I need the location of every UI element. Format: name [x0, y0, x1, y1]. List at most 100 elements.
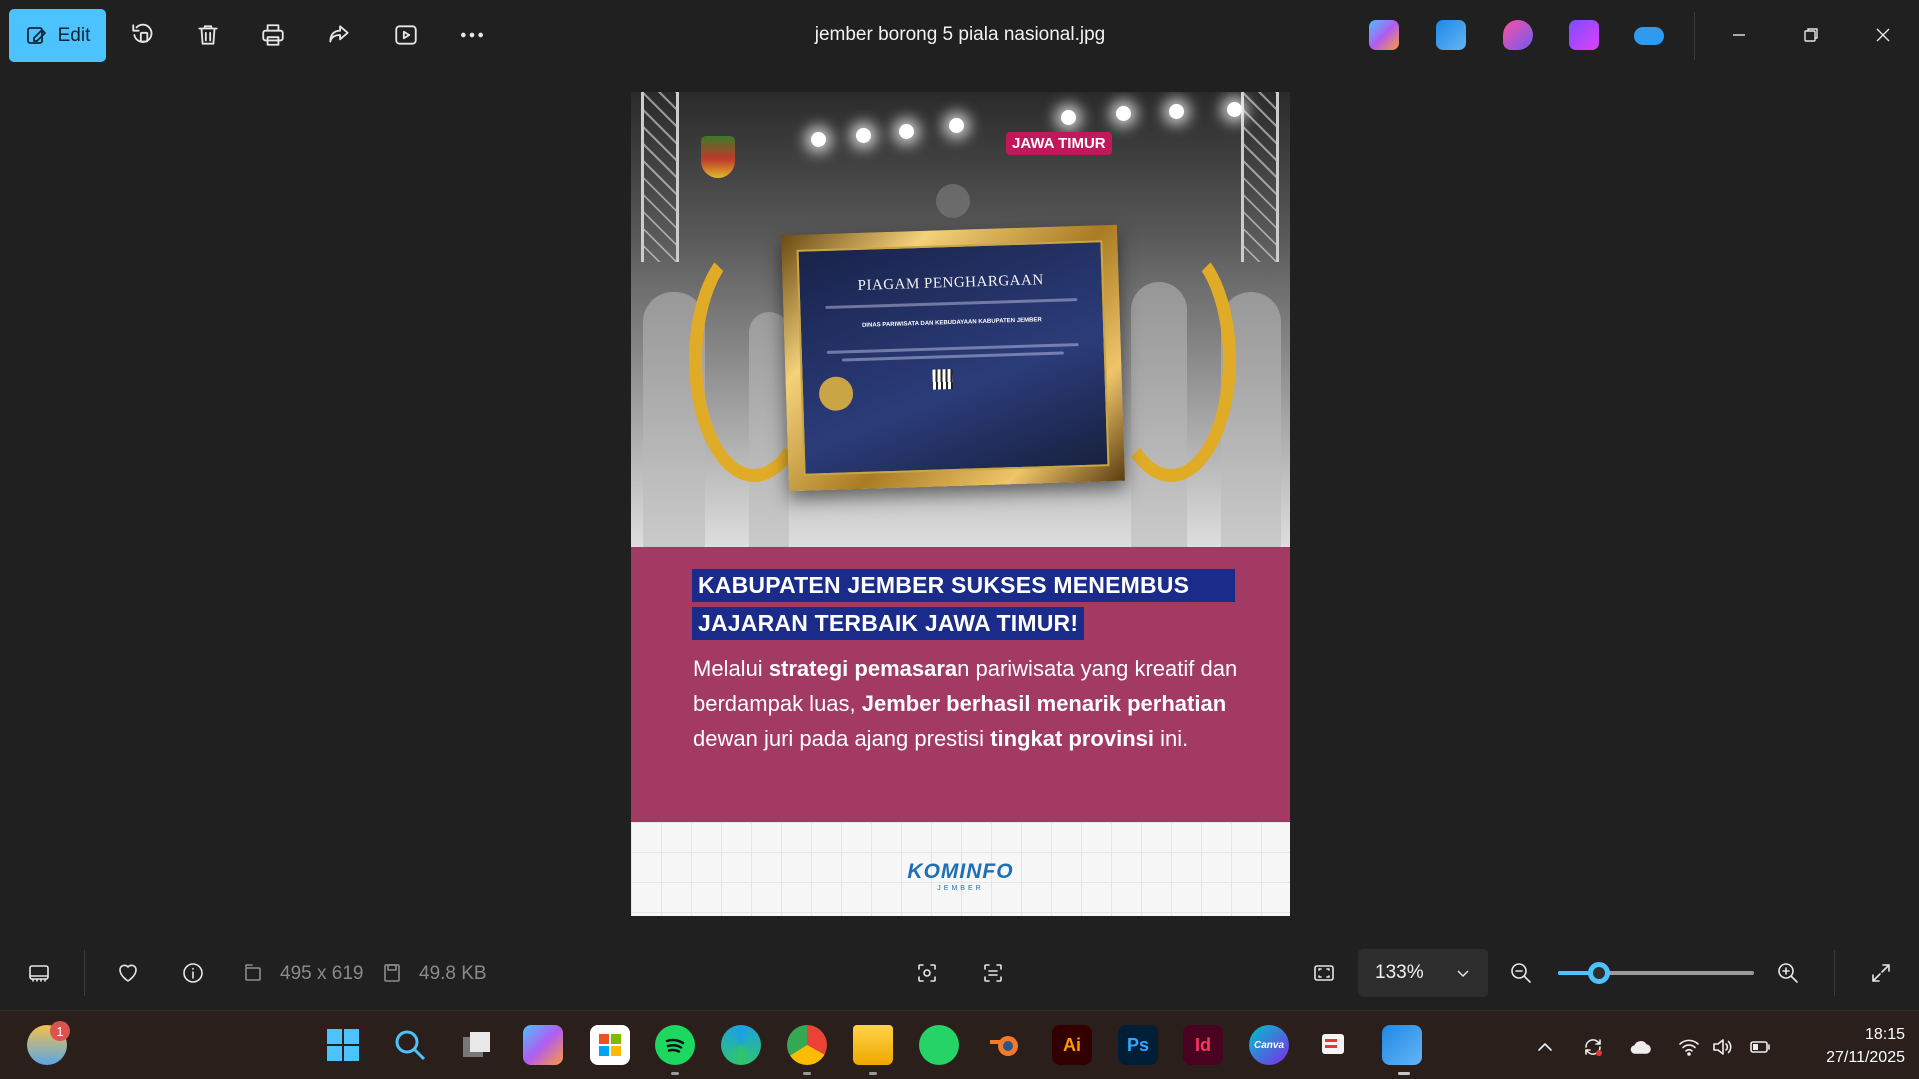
clock[interactable]: 18:15 27/11/2025: [1795, 1023, 1905, 1069]
certificate-title: PIAGAM PENGHARGAAN: [857, 272, 1044, 294]
file-info-button[interactable]: [176, 956, 210, 990]
print-button[interactable]: [256, 18, 290, 52]
image-dimensions: 495 x 619: [280, 963, 364, 984]
qr-code: [932, 369, 953, 390]
favorite-button[interactable]: [111, 956, 145, 990]
task-view-icon: [463, 1032, 490, 1057]
rotate-icon: [132, 23, 153, 43]
status-bar: 495 x 619 49.8 KB 133%: [0, 942, 1919, 1004]
zoom-slider-thumb[interactable]: [1588, 962, 1611, 984]
battery-icon[interactable]: [1748, 1035, 1772, 1059]
close-button[interactable]: [1866, 18, 1900, 52]
search-button[interactable]: [390, 1025, 430, 1065]
divider: [1694, 12, 1695, 60]
wifi-icon[interactable]: [1677, 1035, 1701, 1059]
restore-button[interactable]: [1794, 18, 1828, 52]
zoom-out-button[interactable]: [1504, 956, 1538, 990]
copilot-taskbar-icon[interactable]: [523, 1025, 563, 1065]
trophy-icon: [818, 376, 854, 412]
zoom-slider[interactable]: [1558, 962, 1754, 984]
snipping-tool-icon[interactable]: [1315, 1025, 1355, 1065]
store-grid-icon: [599, 1034, 621, 1056]
stage-light: [1061, 110, 1076, 125]
edit-label: Edit: [57, 24, 91, 46]
slideshow-button[interactable]: [389, 18, 423, 52]
onedrive-tray-icon[interactable]: [1628, 1035, 1652, 1059]
zoom-dropdown[interactable]: 133%: [1358, 949, 1488, 997]
para-bold: Jember berhasil menarik perhatian: [861, 691, 1227, 716]
fullscreen-button[interactable]: [1864, 956, 1898, 990]
sync-status-icon[interactable]: [1581, 1035, 1605, 1059]
headline-banner: KABUPATEN JEMBER SUKSES MENEMBUS JAJARAN…: [631, 547, 1290, 822]
rotate-button[interactable]: [126, 18, 160, 52]
edit-button[interactable]: Edit: [9, 9, 106, 62]
minimize-button[interactable]: [1722, 18, 1756, 52]
zoom-value: 133%: [1375, 962, 1424, 983]
para-text: dewan juri pada ajang prestisi: [693, 726, 991, 751]
spotify-waves-icon: [665, 1038, 685, 1053]
file-explorer-icon[interactable]: [853, 1025, 893, 1065]
clock-time: 18:15: [1864, 1026, 1905, 1043]
fit-window-icon: [1314, 965, 1334, 981]
zoom-in-icon: [1778, 963, 1798, 983]
chevron-up-icon: [1538, 1043, 1552, 1051]
image-canvas[interactable]: JAWA TIMUR PIAGAM PENGHARGAAN DINAS PARI…: [631, 92, 1290, 916]
top-toolbar: Edit jember borong 5 piala nasional.jpg: [0, 0, 1919, 72]
delete-button[interactable]: [191, 18, 225, 52]
dimensions-icon: [236, 956, 270, 990]
show-hidden-icons-button[interactable]: [1533, 1035, 1557, 1059]
filmstrip-button[interactable]: [22, 956, 56, 990]
info-icon: [183, 963, 203, 983]
stage-light: [1116, 106, 1131, 121]
share-icon: [329, 25, 349, 43]
canva-icon[interactable]: Canva: [1249, 1025, 1289, 1065]
headline-line-1: KABUPATEN JEMBER SUKSES MENEMBUS: [692, 569, 1235, 602]
more-options-button[interactable]: [455, 18, 489, 52]
start-button[interactable]: [323, 1025, 363, 1065]
photos-icon[interactable]: [1436, 20, 1466, 50]
photoshop-icon[interactable]: Ps: [1118, 1025, 1158, 1065]
edge-icon[interactable]: [721, 1025, 761, 1065]
visual-search-icon: [918, 964, 936, 982]
illustrator-icon[interactable]: Ai: [1052, 1025, 1092, 1065]
windows-icon: [327, 1029, 359, 1061]
blender-logo-icon: [990, 1036, 1018, 1056]
indesign-icon[interactable]: Id: [1183, 1025, 1223, 1065]
onedrive-icon[interactable]: [1634, 27, 1664, 45]
laurel-right: [1106, 237, 1236, 482]
stage-light: [811, 132, 826, 147]
share-button[interactable]: [322, 18, 356, 52]
text-scan-button[interactable]: [976, 956, 1010, 990]
stage-light: [1169, 104, 1184, 119]
whatsapp-icon[interactable]: [919, 1025, 959, 1065]
spotify-icon[interactable]: [655, 1025, 695, 1065]
chrome-icon[interactable]: [787, 1025, 827, 1065]
para-text: Melalui: [693, 656, 769, 681]
weather-badge: 1: [50, 1021, 70, 1041]
photos-app-window: Edit jember borong 5 piala nasional.jpg: [0, 0, 1919, 1010]
windows-taskbar: 1 Ai Ps Id Canva 18:15 27/11/2025: [0, 1010, 1919, 1079]
text-scan-icon: [984, 964, 1002, 982]
divider: [1834, 950, 1835, 996]
fit-to-window-button[interactable]: [1307, 956, 1341, 990]
kominfo-logo: KOMINFO: [907, 860, 1014, 883]
active-indicator: [1398, 1072, 1410, 1075]
para-bold: strategi pemasara: [768, 656, 958, 681]
designer-icon[interactable]: [1503, 20, 1533, 50]
clipchamp-icon[interactable]: [1569, 20, 1599, 50]
stage-truss: [641, 92, 679, 262]
zoom-out-icon: [1511, 963, 1531, 983]
photos-taskbar-icon[interactable]: [1382, 1025, 1422, 1065]
stage-light: [899, 124, 914, 139]
zoom-in-button[interactable]: [1771, 956, 1805, 990]
copilot-icon[interactable]: [1369, 20, 1399, 50]
cloud-icon: [1630, 1041, 1651, 1054]
store-icon[interactable]: [590, 1025, 630, 1065]
blender-icon[interactable]: [985, 1025, 1025, 1065]
stage-light: [856, 128, 871, 143]
volume-icon[interactable]: [1710, 1035, 1734, 1059]
filmstrip-icon: [29, 965, 49, 982]
more-icon: [461, 32, 483, 38]
task-view-button[interactable]: [457, 1025, 497, 1065]
visual-search-button[interactable]: [910, 956, 944, 990]
